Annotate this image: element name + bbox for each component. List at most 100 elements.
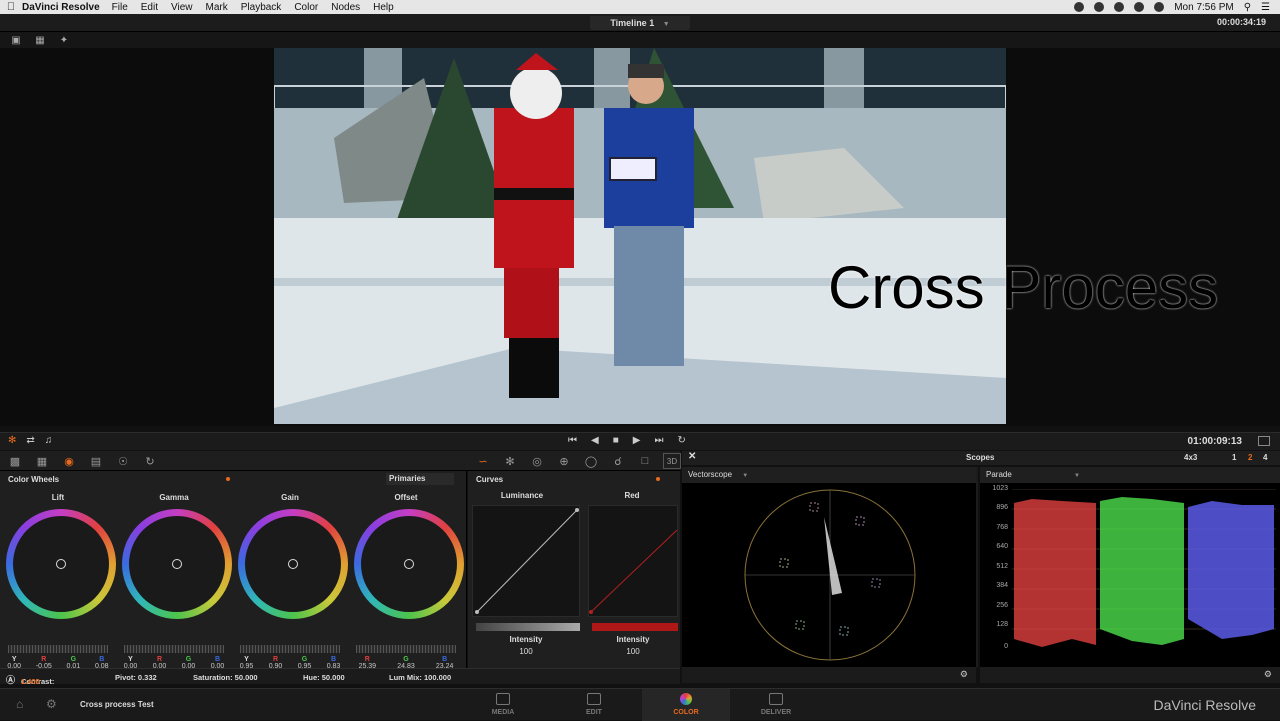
key-icon[interactable]: ☌: [609, 453, 627, 469]
page-navigation: ⌂ ⚙ Cross process Test MEDIA EDIT COLOR …: [0, 688, 1280, 721]
parade-label: Parade: [986, 470, 1012, 479]
red-intensity-slider[interactable]: [592, 623, 678, 631]
wheel-puck[interactable]: [288, 559, 298, 569]
record-icon[interactable]: [1074, 2, 1085, 12]
reset-icon[interactable]: ↻: [141, 453, 159, 469]
qualifier-icon[interactable]: ✻: [501, 453, 519, 469]
red-intensity-label: Intensity: [616, 635, 650, 644]
color-wheels-icon[interactable]: ◉: [60, 453, 78, 469]
app-menu[interactable]: DaVinci Resolve: [22, 2, 100, 13]
dropbox-icon[interactable]: [1094, 2, 1105, 12]
menu-view[interactable]: View: [171, 2, 193, 13]
sizing-icon[interactable]: □: [636, 453, 654, 469]
wheel-title: Offset: [394, 493, 418, 502]
camera-raw-icon[interactable]: ▩: [6, 453, 24, 469]
pivot-field[interactable]: Pivot: 0.332: [115, 673, 157, 682]
curves-header: Curves: [468, 471, 680, 487]
color-ring[interactable]: [6, 509, 116, 619]
wheel-lift[interactable]: Lift Y 0.00 R -0.05 G 0.01 B 0.08: [0, 493, 116, 670]
tab-color[interactable]: COLOR: [642, 689, 730, 721]
menu-file[interactable]: File: [112, 2, 128, 13]
luminance-curve[interactable]: [472, 505, 580, 617]
tab-media[interactable]: MEDIA: [459, 689, 547, 721]
timeline-selector[interactable]: Timeline 1 ▼: [590, 16, 690, 30]
menu-nodes[interactable]: Nodes: [331, 2, 360, 13]
scopes-page-4[interactable]: 4: [1263, 453, 1267, 462]
vectorscope-header[interactable]: Vectorscope ▼: [682, 467, 976, 483]
menu-playback[interactable]: Playback: [241, 2, 282, 13]
red-intensity-value[interactable]: 100: [588, 647, 678, 656]
color-match-icon[interactable]: ▦: [33, 453, 51, 469]
reverse-icon[interactable]: ◀: [591, 435, 599, 446]
menu-mark[interactable]: Mark: [206, 2, 228, 13]
color-ring[interactable]: [354, 509, 464, 619]
master-slider[interactable]: [124, 645, 224, 653]
wheel-puck[interactable]: [56, 559, 66, 569]
3d-icon[interactable]: 3D: [663, 453, 681, 469]
play-icon[interactable]: ▶: [633, 435, 641, 446]
jump-start-icon[interactable]: ⏮: [568, 435, 577, 446]
contrast-value[interactable]: 1.400: [21, 677, 40, 686]
luminance-intensity-slider[interactable]: [476, 623, 580, 631]
wheel-offset[interactable]: Offset R 25.39 G 24.83 B 23.24: [348, 493, 464, 670]
lum-mix-field[interactable]: Lum Mix: 100.000: [389, 673, 451, 682]
master-slider[interactable]: [356, 645, 456, 653]
battery-icon[interactable]: [1154, 2, 1165, 12]
saturation-field[interactable]: Saturation: 50.000: [193, 673, 258, 682]
scopes-page-1[interactable]: 1: [1232, 453, 1236, 462]
auto-balance-icon[interactable]: Ⓐ: [6, 673, 15, 686]
panel-title: Color Wheels: [8, 474, 60, 484]
menu-help[interactable]: Help: [373, 2, 394, 13]
apple-icon[interactable]: : [0, 1, 22, 13]
master-slider[interactable]: [8, 645, 108, 653]
tab-edit[interactable]: EDIT: [550, 689, 638, 721]
tab-deliver[interactable]: DELIVER: [732, 689, 820, 721]
shuffle-icon[interactable]: ⇄: [26, 435, 34, 446]
speaker-icon[interactable]: ♫: [45, 435, 53, 446]
wheel-puck[interactable]: [404, 559, 414, 569]
menu-color[interactable]: Color: [294, 2, 318, 13]
luminance-intensity-value[interactable]: 100: [472, 647, 580, 656]
tracker-icon[interactable]: ⊕: [555, 453, 573, 469]
wheel-gamma[interactable]: Gamma Y 0.00 R 0.00 G 0.00 B 0.00: [116, 493, 232, 670]
rgb-mixer-icon[interactable]: ▤: [87, 453, 105, 469]
master-slider[interactable]: [240, 645, 340, 653]
wheel-gain[interactable]: Gain Y 0.95 R 0.90 G 0.95 B 0.83: [232, 493, 348, 670]
color-ring[interactable]: [122, 509, 232, 619]
status-dot: [656, 477, 660, 481]
volume-icon[interactable]: [1134, 2, 1145, 12]
hue-field[interactable]: Hue: 50.000: [303, 673, 345, 682]
gallery-icon[interactable]: ▦: [32, 33, 48, 47]
window-icon[interactable]: ◎: [528, 453, 546, 469]
timecode-options-icon[interactable]: [1258, 436, 1270, 446]
stop-icon[interactable]: ■: [613, 435, 619, 446]
video-frame[interactable]: [274, 48, 1006, 424]
settings-icon[interactable]: ⚙: [960, 669, 968, 680]
search-icon[interactable]: ⚲: [1244, 2, 1251, 13]
eyedropper-icon[interactable]: ✻: [8, 435, 16, 446]
blur-icon[interactable]: ◯: [582, 453, 600, 469]
motion-effects-icon[interactable]: ☉: [114, 453, 132, 469]
curves-icon[interactable]: ∽: [474, 453, 492, 469]
red-curve[interactable]: [588, 505, 678, 617]
close-icon[interactable]: ✕: [688, 451, 696, 462]
loop-icon[interactable]: ↻: [677, 435, 685, 446]
color-ring[interactable]: [238, 509, 348, 619]
scopes-layout-dropdown[interactable]: 4x3: [1184, 453, 1197, 462]
settings-icon[interactable]: ⚙: [1264, 669, 1272, 680]
list-icon[interactable]: ☰: [1261, 2, 1270, 13]
settings-icon[interactable]: ⚙: [46, 697, 57, 711]
parade-header[interactable]: Parade ▼: [980, 467, 1280, 483]
wifi-icon[interactable]: [1114, 2, 1125, 12]
timeline-timecode: 00:00:34:19: [1216, 17, 1266, 27]
home-icon[interactable]: ⌂: [16, 697, 23, 711]
single-viewer-icon[interactable]: ▣: [8, 33, 24, 47]
menu-edit[interactable]: Edit: [141, 2, 158, 13]
primaries-dropdown[interactable]: Primaries: [386, 473, 454, 485]
curve-title-red: Red: [624, 491, 640, 500]
menubar-clock[interactable]: Mon 7:56 PM: [1174, 2, 1233, 13]
scopes-page-2[interactable]: 2: [1248, 453, 1252, 462]
magic-wand-icon[interactable]: ✦: [56, 33, 72, 47]
wheel-puck[interactable]: [172, 559, 182, 569]
jump-end-icon[interactable]: ⏭: [654, 435, 663, 446]
